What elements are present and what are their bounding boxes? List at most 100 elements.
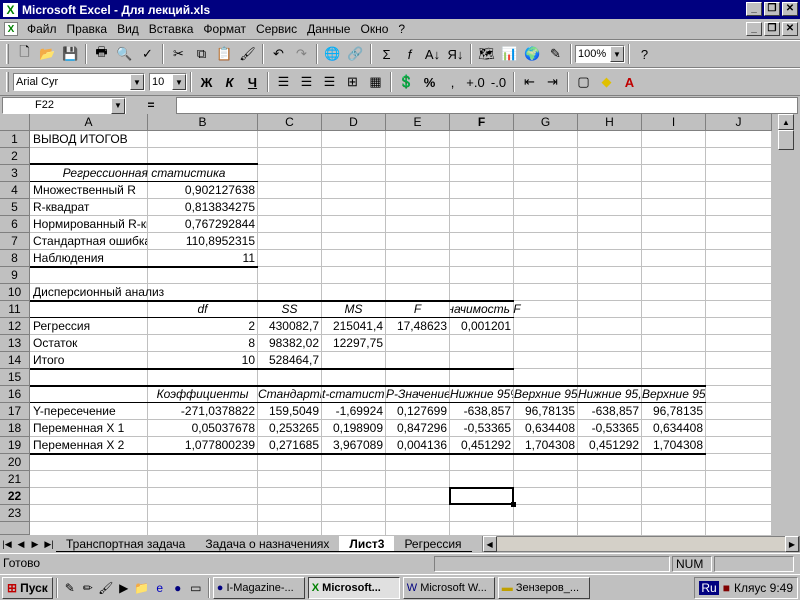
chart-wizard-icon[interactable]: 📊 <box>498 43 521 65</box>
increase-decimal-icon[interactable]: +.0 <box>464 71 487 93</box>
start-button[interactable]: ⊞ Пуск <box>2 576 53 599</box>
row-header-17[interactable]: 17 <box>0 403 30 420</box>
cell-d18[interactable]: 0,198909 <box>322 420 385 437</box>
cell-e11[interactable]: F <box>386 301 449 318</box>
cell-h17[interactable]: -638,857 <box>578 403 641 420</box>
row-header-22[interactable]: 22 <box>0 488 30 505</box>
cell-b16[interactable]: Коэффициенты <box>148 386 257 403</box>
chevron-down-icon[interactable]: ▼ <box>130 74 144 90</box>
row-header-15[interactable]: 15 <box>0 369 30 386</box>
scroll-thumb[interactable] <box>778 130 794 150</box>
row-header-16[interactable]: 16 <box>0 386 30 403</box>
task-imagazine[interactable]: ● I-Magazine-... <box>212 576 305 599</box>
autosum-icon[interactable]: Σ <box>375 43 398 65</box>
row-header-3[interactable]: 3 <box>0 165 30 182</box>
align-left-icon[interactable]: ☰ <box>272 71 295 93</box>
bold-button[interactable]: Ж <box>195 71 218 93</box>
save-icon[interactable]: 💾 <box>59 43 82 65</box>
menu-file[interactable]: Файл <box>22 22 62 36</box>
col-header-d[interactable]: D <box>322 114 386 131</box>
vertical-scrollbar[interactable]: ▲ <box>772 114 800 535</box>
sheet-tab-regression[interactable]: Регрессия <box>394 536 472 552</box>
cell-g17[interactable]: 96,78135 <box>514 403 577 420</box>
cell-a10[interactable]: Дисперсионный анализ <box>31 284 257 301</box>
cell-c19[interactable]: 0,271685 <box>258 437 321 454</box>
row-header-23[interactable]: 23 <box>0 505 30 522</box>
cell-d16[interactable]: t-статистика <box>322 386 385 403</box>
row-header-6[interactable]: 6 <box>0 216 30 233</box>
cell-a7[interactable]: Стандартная ошибка <box>31 233 147 250</box>
quicklaunch-pencil-icon[interactable]: ✏ <box>79 579 97 597</box>
menu-insert[interactable]: Вставка <box>144 22 199 36</box>
align-center-icon[interactable]: ☰ <box>295 71 318 93</box>
row-header-12[interactable]: 12 <box>0 318 30 335</box>
row-header-2[interactable]: 2 <box>0 148 30 165</box>
decrease-indent-icon[interactable]: ⇤ <box>518 71 541 93</box>
row-header-10[interactable]: 10 <box>0 284 30 301</box>
redo-icon[interactable]: ↷ <box>290 43 313 65</box>
cell-a12[interactable]: Регрессия <box>31 318 147 335</box>
row-header-11[interactable]: 11 <box>0 301 30 318</box>
font-color-icon[interactable]: A <box>618 71 641 93</box>
sheet-tab-assignment[interactable]: Задача о назначениях <box>195 536 340 552</box>
cell-h18[interactable]: -0,53365 <box>578 420 641 437</box>
col-header-a[interactable]: A <box>30 114 148 131</box>
zoom-select[interactable]: 100% ▼ <box>575 45 625 63</box>
cell-a5[interactable]: R-квадрат <box>31 199 147 216</box>
cell-c17[interactable]: 159,5049 <box>258 403 321 420</box>
quicklaunch-brush-icon[interactable]: 🖌 <box>97 579 115 597</box>
cell-a18[interactable]: Переменная X 1 <box>31 420 147 437</box>
web-toolbar-icon[interactable]: 🔗 <box>344 43 367 65</box>
cut-icon[interactable]: ✂ <box>167 43 190 65</box>
cell-e17[interactable]: 0,127699 <box>386 403 449 420</box>
cell-e12[interactable]: 17,48623 <box>386 318 449 335</box>
chevron-down-icon[interactable]: ▼ <box>172 74 186 90</box>
paste-icon[interactable]: 📋 <box>213 43 236 65</box>
open-folder-icon[interactable]: 📂 <box>36 43 59 65</box>
row-header-14[interactable]: 14 <box>0 352 30 369</box>
next-sheet-button[interactable]: ▶ <box>28 537 42 551</box>
minimize-button[interactable]: _ <box>746 2 762 16</box>
chevron-down-icon[interactable]: ▼ <box>111 97 125 114</box>
cell-c18[interactable]: 0,253265 <box>258 420 321 437</box>
hyperlink-icon[interactable]: 🌐 <box>321 43 344 65</box>
col-header-f[interactable]: F <box>450 114 514 131</box>
merge-center-icon[interactable]: ⊞ <box>341 71 364 93</box>
select-all-button[interactable] <box>0 114 30 131</box>
cell-f18[interactable]: -0,53365 <box>450 420 513 437</box>
cell-a8[interactable]: Наблюдения <box>31 250 147 267</box>
row-header-13[interactable]: 13 <box>0 335 30 352</box>
font-size-select[interactable]: 10 ▼ <box>149 73 187 91</box>
menu-data[interactable]: Данные <box>302 22 355 36</box>
cell-a4[interactable]: Множественный R <box>31 182 147 199</box>
doc-minimize-button[interactable]: _ <box>746 22 762 36</box>
col-header-e[interactable]: E <box>386 114 450 131</box>
decrease-decimal-icon[interactable]: -.0 <box>487 71 510 93</box>
sort-descending-icon[interactable]: Я↓ <box>444 43 467 65</box>
language-indicator[interactable]: Ru <box>699 580 719 595</box>
cell-a6[interactable]: Нормированный R-квадрат <box>31 216 147 233</box>
cell-b14[interactable]: 10 <box>148 352 257 369</box>
cell-b11[interactable]: df <box>148 301 257 318</box>
cell-b18[interactable]: 0,05037678 <box>148 420 257 437</box>
cell-h16[interactable]: Нижние 95,0% <box>578 386 641 403</box>
cell-c16[interactable]: Стандартная ошибка <box>258 386 321 403</box>
print-preview-icon[interactable]: 🔍 <box>113 43 136 65</box>
close-button[interactable]: ✕ <box>782 2 798 16</box>
cell-b17[interactable]: -271,0378822 <box>148 403 257 420</box>
cell-d19[interactable]: 3,967089 <box>322 437 385 454</box>
cell-b5[interactable]: 0,813834275 <box>148 199 257 216</box>
cell-f11[interactable]: Значимость F <box>450 301 528 318</box>
cell-c13[interactable]: 98382,02 <box>258 335 321 352</box>
sheet-tab-list3[interactable]: Лист3 <box>339 536 395 552</box>
tray-app-icon[interactable]: ■ <box>723 581 730 595</box>
function-icon[interactable]: f <box>398 43 421 65</box>
row-header-1[interactable]: 1 <box>0 131 30 148</box>
sheet-tab-transport[interactable]: Транспортная задача <box>56 536 196 552</box>
horizontal-scrollbar[interactable]: ◀ ▶ <box>481 536 800 552</box>
row-header-7[interactable]: 7 <box>0 233 30 250</box>
cell-d11[interactable]: MS <box>322 301 385 318</box>
col-header-i[interactable]: I <box>642 114 706 131</box>
cell-f17[interactable]: -638,857 <box>450 403 513 420</box>
first-sheet-button[interactable]: |◀ <box>0 537 14 551</box>
